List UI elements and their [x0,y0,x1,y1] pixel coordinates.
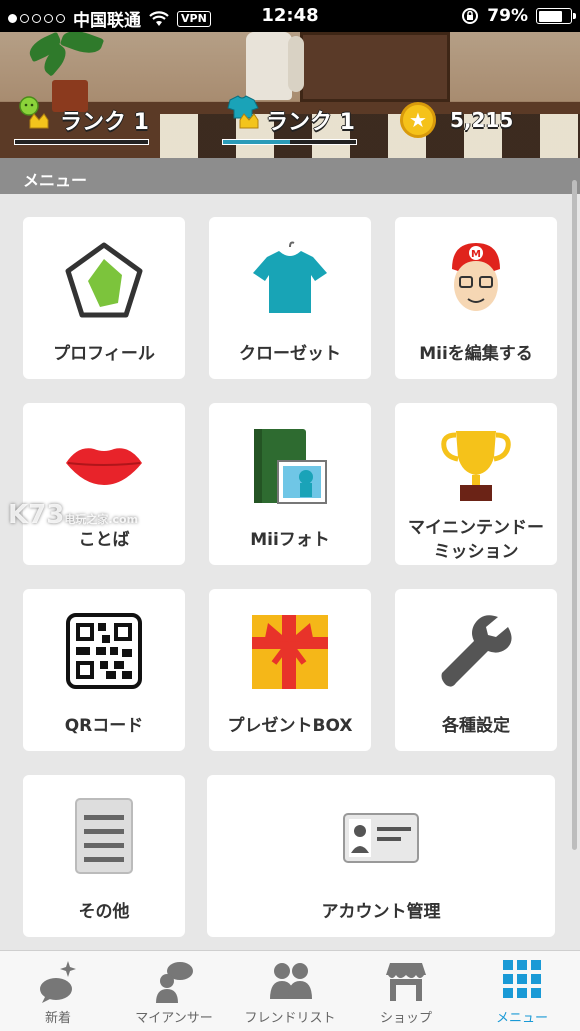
tab-menu[interactable]: メニュー [464,951,580,1031]
tab-bar: 新着 マイアンサー フレンドリスト ショップ メニュー [0,950,580,1031]
gift-box-icon [252,615,328,689]
room-scene: ランク 1 ランク 1 ★ 5,215 [0,32,580,158]
coin-icon: ★ [400,102,436,138]
shop-icon [386,963,426,1001]
tab-my-answer[interactable]: マイアンサー [116,951,232,1031]
menu-account-button[interactable]: アカウント管理 [207,775,555,937]
checker-floor [160,114,580,158]
menu-settings-label: 各種設定 [442,716,510,736]
status-bar: 中国联通 VPN 12:48 79% [0,0,580,32]
profile-pentagon-icon [65,242,143,318]
menu-mii-edit-label: Miiを編集する [419,344,533,364]
mii-rank-label: ランク 1 [60,110,149,135]
tab-my-answer-label: マイアンサー [135,1011,213,1026]
section-title: メニュー [0,158,580,194]
menu-mii-photo-button[interactable]: Miiフォト [209,403,371,565]
person-speech-icon [156,962,193,1003]
menu-mii-photo-label: Miiフォト [250,530,330,550]
grid-menu-icon [503,960,541,998]
menu-profile-button[interactable]: プロフィール [23,217,185,379]
mii-character [246,32,292,100]
menu-present-label: プレゼントBOX [227,716,353,736]
coin-count: 5,215 [450,108,514,132]
rotation-lock-icon [462,8,479,24]
menu-other-button[interactable]: その他 [23,775,185,937]
document-icon [75,798,133,874]
menu-kotoba-button[interactable]: ことば [23,403,185,565]
tshirt-icon [253,241,327,313]
app-screen: 中国联通 VPN 12:48 79% ランク 1 ランク 1 ★ 5,215 メ… [0,0,580,1031]
battery-percent: 79% [487,6,528,26]
menu-closet-label: クローゼット [239,344,341,364]
tab-menu-label: メニュー [495,1011,548,1026]
tab-news[interactable]: 新着 [0,951,116,1031]
menu-settings-button[interactable]: 各種設定 [395,589,557,751]
menu-mission-button[interactable]: マイニンテンドー ミッション [395,403,557,565]
trophy-icon [441,431,511,501]
menu-closet-button[interactable]: クローゼット [209,217,371,379]
friends-icon [270,963,312,999]
watermark-logo: K73电玩之家.com [8,500,139,530]
tab-shop-label: ショップ [379,1011,432,1026]
photo-album-icon [254,429,327,504]
room-door [300,32,450,102]
tab-shop[interactable]: ショップ [348,951,464,1031]
menu-qr-label: QRコード [64,716,144,736]
svg-text:M: M [471,249,481,260]
menu-present-button[interactable]: プレゼントBOX [209,589,371,751]
qr-code-icon [66,613,142,689]
closet-rank-icon [227,95,259,129]
speech-sparkle-icon [40,961,76,1003]
scrollbar[interactable] [572,180,577,850]
menu-mission-brand-label: マイニンテンドー [408,518,544,538]
menu-profile-label: プロフィール [53,344,155,364]
menu-account-label: アカウント管理 [321,902,441,922]
menu-mission-label: ミッション [433,542,519,562]
menu-qr-button[interactable]: QRコード [23,589,185,751]
closet-rank-bar [222,139,357,145]
wrench-icon [441,615,512,687]
mii-face-icon: M [452,243,500,311]
tab-friends[interactable]: フレンドリスト [232,951,348,1031]
menu-other-label: その他 [78,902,130,922]
mii-rank-bar [14,139,149,145]
id-card-icon [343,813,419,863]
lips-icon [66,448,142,485]
tab-news-label: 新着 [44,1011,71,1026]
mii-rank-icon [19,96,49,129]
tab-friends-label: フレンドリスト [244,1011,336,1026]
battery-icon [536,8,576,24]
menu-mii-edit-button[interactable]: M Miiを編集する [395,217,557,379]
closet-rank-label: ランク 1 [266,110,355,135]
